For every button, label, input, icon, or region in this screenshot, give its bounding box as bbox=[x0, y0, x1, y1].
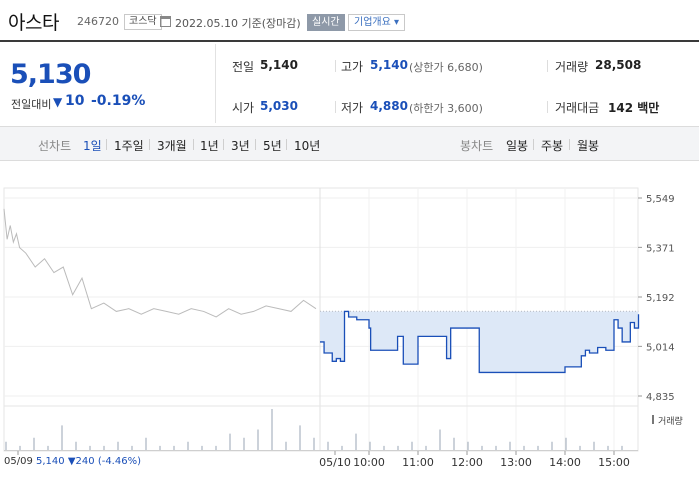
divider bbox=[286, 139, 287, 150]
price-summary: 5,130 전일대비 ▼ 10 -0.19% bbox=[0, 44, 216, 123]
x-tick-label: 05/10 bbox=[319, 456, 351, 469]
change-value: 10 bbox=[65, 93, 85, 109]
period-1y[interactable]: 1년 bbox=[200, 137, 219, 154]
prev-day-info: 05/09 5,140 ▼240 (-4.46%) bbox=[4, 456, 141, 467]
divider bbox=[223, 139, 224, 150]
series-line-prev-day bbox=[3, 208, 317, 318]
period-monthly-candle[interactable]: 월봉 bbox=[577, 137, 599, 154]
current-price: 5,130 bbox=[10, 59, 91, 90]
volume-legend: 거래량 bbox=[658, 417, 683, 427]
x-tick-label: 12:00 bbox=[451, 456, 483, 469]
volume-legend-icon bbox=[652, 415, 654, 424]
stock-code: 246720 bbox=[77, 15, 119, 28]
low-label: 저가 bbox=[341, 101, 364, 115]
prev-day-date: 05/09 bbox=[4, 456, 33, 467]
realtime-button[interactable]: 실시간 bbox=[307, 14, 345, 31]
y-tick-label: 5,371 bbox=[646, 243, 675, 254]
line-chart-label: 선차트 bbox=[38, 139, 72, 153]
market-badge: 코스닥 bbox=[124, 14, 162, 30]
x-tick-label: 10:00 bbox=[353, 456, 385, 469]
divider bbox=[255, 139, 256, 150]
x-tick-label: 14:00 bbox=[549, 456, 581, 469]
change-rate: -0.19% bbox=[91, 93, 146, 109]
period-10y[interactable]: 10년 bbox=[294, 137, 320, 154]
prev-day-price: 5,140 bbox=[36, 456, 65, 467]
volume-value: 28,508 bbox=[595, 58, 642, 72]
period-daily-candle[interactable]: 일봉 bbox=[506, 137, 528, 154]
y-tick-label: 5,549 bbox=[646, 194, 675, 205]
divider bbox=[335, 101, 336, 113]
change-label: 전일대비 bbox=[11, 98, 52, 111]
divider bbox=[149, 139, 150, 150]
period-1d[interactable]: 1일 bbox=[83, 137, 102, 154]
calendar-icon bbox=[160, 16, 171, 27]
y-tick-label: 4,835 bbox=[646, 392, 675, 403]
stock-name: 아스타 bbox=[8, 12, 59, 34]
upper-limit: (상한가 6,680) bbox=[409, 61, 483, 74]
low-value: 4,880 bbox=[370, 99, 408, 113]
company-overview-dropdown[interactable]: 기업개요 ▾ bbox=[348, 14, 405, 31]
price-chart[interactable]: 5,549 5,371 5,192 5,014 4,835 05/10 10:00 11:00… bbox=[0, 162, 699, 486]
divider bbox=[547, 60, 548, 72]
volume-label: 거래량 bbox=[555, 60, 589, 74]
y-tick-label: 5,192 bbox=[646, 293, 675, 304]
divider bbox=[106, 139, 107, 150]
stock-stats: 전일 5,140 고가 5,140 (상한가 6,680) 거래량 28,508… bbox=[217, 44, 699, 123]
candle-chart-label: 봉차트 bbox=[460, 139, 494, 153]
y-tick-label: 5,014 bbox=[646, 342, 675, 353]
period-weekly-candle[interactable]: 주봉 bbox=[541, 137, 563, 154]
high-label: 고가 bbox=[341, 60, 364, 74]
prev-day-change: ▼240 bbox=[67, 456, 95, 467]
reference-date: 2022.05.10 기준(장마감) bbox=[175, 17, 301, 30]
divider bbox=[533, 139, 534, 150]
lower-limit: (하한가 3,600) bbox=[409, 102, 483, 115]
open-label: 시가 bbox=[232, 101, 255, 115]
divider bbox=[569, 139, 570, 150]
period-5y[interactable]: 5년 bbox=[263, 137, 282, 154]
x-tick-label: 11:00 bbox=[402, 456, 434, 469]
open-value: 5,030 bbox=[260, 99, 298, 113]
prev-close-label: 전일 bbox=[232, 60, 255, 74]
prev-close-value: 5,140 bbox=[260, 58, 298, 72]
x-tick-label: 15:00 bbox=[598, 456, 630, 469]
chart-period-bar: 선차트 1일 1주일 3개월 1년 3년 5년 10년 봉차트 일봉 주봉 월봉 bbox=[0, 126, 699, 161]
trade-amount-label: 거래대금 bbox=[555, 101, 600, 115]
divider bbox=[335, 60, 336, 72]
x-tick-label: 13:00 bbox=[500, 456, 532, 469]
period-3m[interactable]: 3개월 bbox=[157, 137, 187, 154]
period-1w[interactable]: 1주일 bbox=[114, 137, 144, 154]
prev-day-rate: (-4.46%) bbox=[97, 456, 141, 467]
stock-header: 아스타 246720 코스닥 2022.05.10 기준(장마감) 실시간 기업… bbox=[0, 0, 699, 42]
divider bbox=[193, 139, 194, 150]
period-3y[interactable]: 3년 bbox=[231, 137, 250, 154]
down-arrow-icon: ▼ bbox=[53, 95, 63, 109]
divider bbox=[547, 101, 548, 113]
trade-amount-value: 142 백만 bbox=[608, 101, 660, 115]
high-value: 5,140 bbox=[370, 58, 408, 72]
